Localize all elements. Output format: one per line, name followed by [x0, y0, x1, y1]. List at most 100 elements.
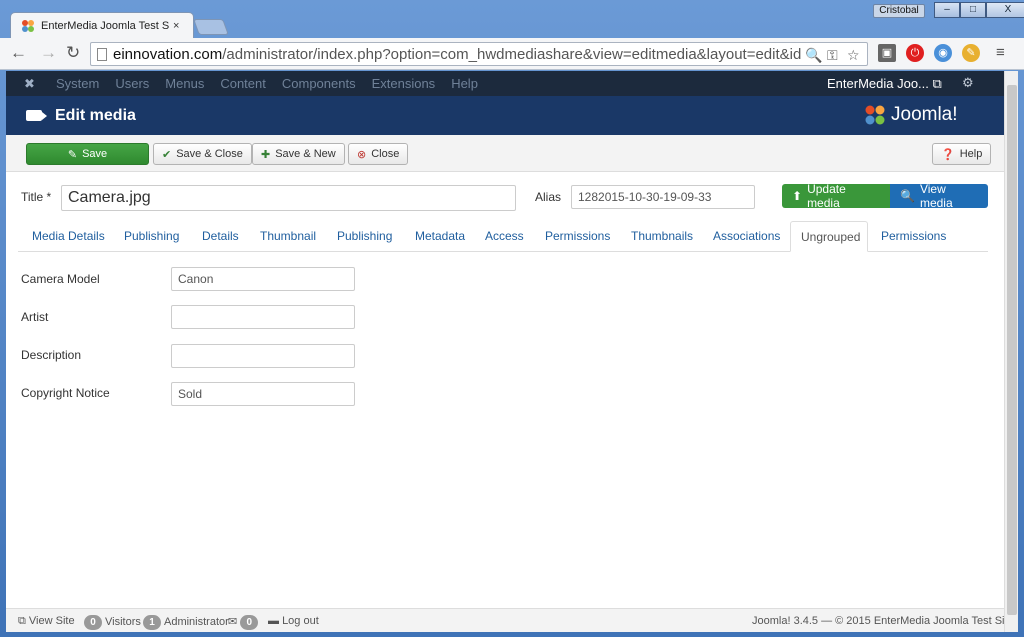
search-icon: 🔍	[900, 189, 915, 203]
plus-icon: ✚	[261, 148, 271, 161]
minus-icon: ▬	[268, 615, 279, 627]
save-new-button[interactable]: ✚ Save & New	[252, 143, 345, 165]
view-site-link[interactable]: ⧉ View Site	[18, 615, 75, 628]
menu-icon[interactable]: ≡	[996, 44, 1005, 61]
admin-badge: 1	[143, 615, 161, 630]
title-input[interactable]: Camera.jpg	[61, 185, 516, 211]
visitors-link[interactable]: 0 Visitors	[84, 615, 141, 630]
profile-name[interactable]: Cristobal	[873, 4, 925, 18]
site-name-link[interactable]: EnterMedia Joo... ⧉	[827, 76, 942, 92]
gear-icon[interactable]: ⚙	[962, 75, 974, 91]
chrome-extension-icon[interactable]: ◉	[934, 44, 952, 62]
menu-help[interactable]: Help	[451, 76, 478, 91]
maximize-button[interactable]: □	[960, 2, 986, 18]
url-text[interactable]: einnovation.com/administrator/index.php?…	[113, 46, 823, 63]
window-titlebar: EnterMedia Joomla Test Site × Cristobal …	[0, 0, 1024, 38]
camera-model-input[interactable]: Canon	[171, 267, 355, 291]
tab-publishing[interactable]: Publishing	[114, 221, 189, 252]
close-button[interactable]: ⊗ Close	[348, 143, 409, 165]
visitors-label: Visitors	[105, 616, 141, 628]
save-close-button[interactable]: ✔ Save & Close	[153, 143, 252, 165]
tab-associations[interactable]: Associations	[703, 221, 790, 252]
title-label: Title *	[21, 190, 52, 204]
logout-link[interactable]: ▬ Log out	[268, 615, 319, 627]
artist-label: Artist	[21, 310, 49, 324]
tab-thumbnail[interactable]: Thumbnail	[250, 221, 326, 252]
tab-details[interactable]: Details	[192, 221, 249, 252]
tab-ungrouped[interactable]: Ungrouped	[790, 221, 868, 252]
upload-icon: ⬆	[792, 189, 803, 203]
power-extension-icon[interactable]: ⏻	[906, 44, 924, 62]
page-title: Edit media	[55, 107, 136, 124]
messages-link[interactable]: ✉ 0	[228, 615, 261, 630]
tab-media-details[interactable]: Media Details	[22, 221, 115, 252]
key-icon[interactable]: ⚿	[827, 47, 838, 64]
extension-icon[interactable]: ▣	[878, 44, 896, 62]
copyright-notice-label: Copyright Notice	[21, 386, 110, 400]
window-controls: – □ X	[934, 2, 1024, 18]
view-media-button[interactable]: 🔍 View media	[890, 182, 988, 210]
page-icon	[97, 47, 107, 61]
menu-system[interactable]: System	[56, 76, 99, 91]
close-label: Close	[371, 148, 400, 160]
artist-input[interactable]	[171, 305, 355, 329]
reload-icon[interactable]: ↻	[66, 43, 80, 63]
mail-icon: ✉	[228, 616, 238, 628]
tab-bar: Media Details Publishing Details Thumbna…	[18, 221, 988, 252]
menu-menus[interactable]: Menus	[165, 76, 204, 91]
menu-extensions[interactable]: Extensions	[372, 76, 436, 91]
browser-window: EnterMedia Joomla Test Site × Cristobal …	[0, 0, 1024, 637]
close-window-button[interactable]: X	[986, 2, 1024, 18]
tab-thumbnails[interactable]: Thumbnails	[621, 221, 703, 252]
tab-close-icon[interactable]: ×	[173, 20, 179, 32]
tab-permissions[interactable]: Permissions	[535, 221, 620, 252]
scrollbar-thumb[interactable]	[1007, 85, 1017, 615]
messages-badge: 0	[240, 615, 259, 630]
minimize-button[interactable]: –	[934, 2, 960, 18]
browser-tab[interactable]: EnterMedia Joomla Test Site ×	[10, 12, 194, 38]
save-label: Save	[82, 148, 108, 160]
tab-permissions-2[interactable]: Permissions	[871, 221, 956, 252]
menu-content[interactable]: Content	[220, 76, 266, 91]
page-content: ✖ System Users Menus Content Components …	[6, 71, 1004, 632]
brand-text: Joomla!	[891, 104, 958, 125]
question-icon: ❓	[941, 148, 955, 161]
camera-model-label: Camera Model	[21, 272, 100, 286]
tab-publishing-2[interactable]: Publishing	[327, 221, 402, 252]
new-tab-button[interactable]	[193, 19, 229, 35]
update-media-button[interactable]: ⬆ Update media	[782, 182, 890, 210]
copyright-notice-input[interactable]: Sold	[171, 382, 355, 406]
joomla-logo-icon[interactable]: ✖	[24, 77, 36, 90]
alias-input[interactable]: 1282015-10-30-19-09-33	[571, 185, 755, 209]
forward-arrow-icon[interactable]: →	[40, 43, 57, 63]
logout-label: Log out	[282, 615, 319, 627]
eyedropper-extension-icon[interactable]: ✎	[962, 44, 980, 62]
administrator-link[interactable]: 1 Administrator	[143, 615, 229, 630]
tab-title: EnterMedia Joomla Test Site	[41, 19, 169, 32]
tab-metadata[interactable]: Metadata	[405, 221, 475, 252]
page-scrollbar[interactable]	[1004, 71, 1018, 632]
external-link-icon: ⧉	[18, 615, 26, 627]
action-toolbar: ✎ Save ✔ Save & Close ✚ Save & New ⊗ Close ❓…	[6, 135, 1004, 172]
save-new-label: Save & New	[275, 148, 336, 160]
save-button[interactable]: ✎ Save	[26, 143, 149, 165]
description-input[interactable]	[171, 344, 355, 368]
update-media-label: Update media	[807, 182, 846, 210]
bookmark-star-icon[interactable]: ☆	[847, 47, 860, 64]
external-link-icon: ⧉	[932, 76, 942, 91]
admin-menu-bar: ✖ System Users Menus Content Components …	[6, 71, 1004, 96]
menu-users[interactable]: Users	[115, 76, 149, 91]
tab-access[interactable]: Access	[475, 221, 534, 252]
visitors-badge: 0	[84, 615, 102, 630]
menu-components[interactable]: Components	[282, 76, 356, 91]
view-media-label: View media	[919, 182, 953, 210]
site-name: EnterMedia Joo...	[827, 76, 929, 91]
camera-icon	[26, 110, 47, 121]
status-footer: ⧉ View Site 0 Visitors 1 Administrator ✉ 0…	[6, 608, 1004, 632]
back-arrow-icon[interactable]: ←	[10, 43, 27, 63]
check-icon: ✔	[162, 148, 172, 161]
address-bar[interactable]: einnovation.com/administrator/index.php?…	[90, 42, 868, 66]
help-button[interactable]: ❓ Help	[932, 143, 992, 165]
zoom-icon[interactable]: 🔍	[805, 47, 822, 64]
administrator-label: Administrator	[164, 616, 229, 628]
